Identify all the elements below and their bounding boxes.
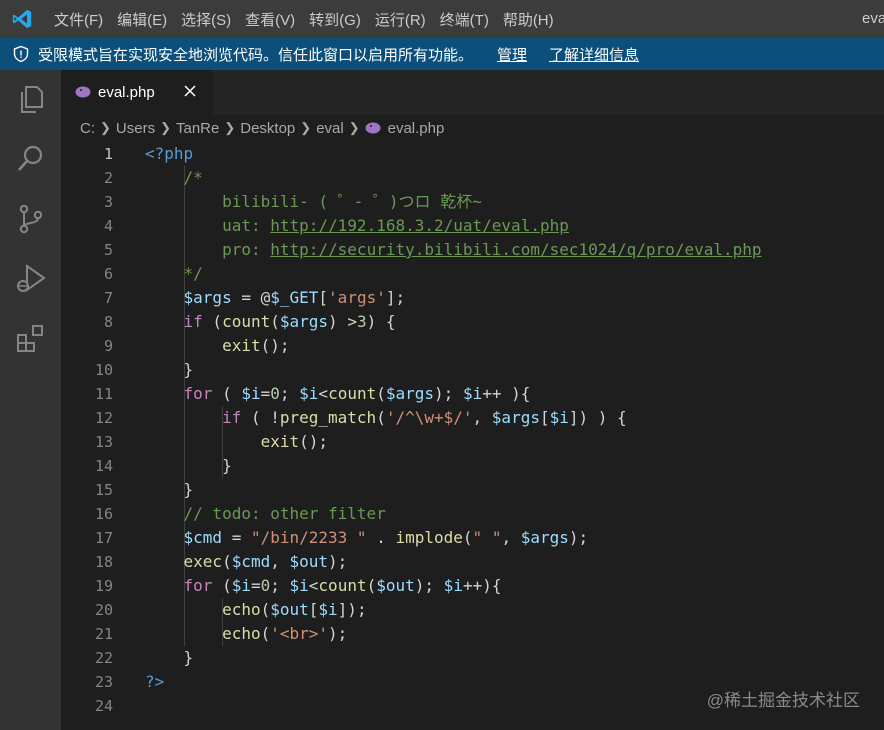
menu-help[interactable]: 帮助(H)	[503, 9, 554, 30]
line-number: 14	[94, 457, 113, 475]
learn-more-link[interactable]: 了解详细信息	[549, 44, 639, 65]
line-number: 7	[103, 289, 113, 307]
code-line: 9 exit();	[61, 334, 884, 358]
activity-bar	[0, 70, 61, 730]
line-number: 22	[94, 649, 113, 667]
chevron-right-icon: ❯	[160, 120, 171, 135]
code-line: 4 uat: http://192.168.3.2/uat/eval.php	[61, 214, 884, 238]
uat-link[interactable]: http://192.168.3.2/uat/eval.php	[270, 216, 569, 235]
menu-run[interactable]: 运行(R)	[375, 9, 426, 30]
code-line: 15 }	[61, 478, 884, 502]
code-line: 11 for ( $i=0; $i<count($args); $i++ ){	[61, 382, 884, 406]
tab-label: eval.php	[98, 83, 155, 101]
line-number: 8	[103, 313, 113, 331]
breadcrumb-eval-folder[interactable]: eval	[316, 120, 344, 137]
manage-link[interactable]: 管理	[497, 44, 527, 65]
menu-edit[interactable]: 编辑(E)	[117, 9, 167, 30]
title-bar: 文件(F) 编辑(E) 选择(S) 查看(V) 转到(G) 运行(R) 终端(T…	[0, 0, 884, 38]
search-icon[interactable]	[14, 142, 48, 176]
line-number: 15	[94, 481, 113, 499]
restricted-mode-banner: 受限模式旨在实现安全地浏览代码。信任此窗口以启用所有功能。 管理 了解详细信息	[0, 38, 884, 70]
close-icon[interactable]	[182, 83, 198, 99]
code-line: 17 $cmd = "/bin/2233 " . implode(" ", $a…	[61, 526, 884, 550]
breadcrumb-users[interactable]: Users	[116, 120, 155, 137]
code-line: 5 pro: http://security.bilibili.com/sec1…	[61, 238, 884, 262]
breadcrumb-tanre[interactable]: TanRe	[176, 120, 219, 137]
watermark: @稀土掘金技术社区	[706, 691, 860, 710]
chevron-right-icon: ❯	[300, 120, 312, 135]
line-number: 24	[94, 697, 113, 715]
code-line: 20 echo($out[$i]);	[61, 598, 884, 622]
breadcrumb-drive[interactable]: C:	[80, 120, 95, 137]
banner-message: 受限模式旨在实现安全地浏览代码。信任此窗口以启用所有功能。	[38, 46, 474, 64]
php-file-icon	[75, 86, 91, 98]
menu-view[interactable]: 查看(V)	[245, 9, 295, 30]
code-line: 13 exit();	[61, 430, 884, 454]
shield-icon	[13, 45, 29, 63]
window-title: eval.php	[862, 10, 884, 27]
code-line: 12 if ( !preg_match('/^\w+$/', $args[$i]…	[61, 406, 884, 430]
line-number: 4	[103, 217, 113, 235]
explorer-icon[interactable]	[14, 82, 48, 116]
vscode-logo-icon	[12, 9, 32, 29]
line-number: 6	[103, 265, 113, 283]
line-number: 2	[103, 169, 113, 187]
line-number: 12	[94, 409, 113, 427]
code-editor[interactable]: 1 <?php 2 /* 3 bilibili- ( ゜- ゜)つロ 乾杯~ 4…	[61, 142, 884, 730]
breadcrumb: C: ❯ Users ❯ TanRe ❯ Desktop ❯ eval ❯ ev…	[61, 114, 884, 142]
line-number: 10	[94, 361, 113, 379]
line-number: 13	[94, 433, 113, 451]
run-debug-icon[interactable]	[14, 262, 48, 296]
line-number: 23	[94, 673, 113, 691]
code-line: 21 echo('<br>');	[61, 622, 884, 646]
chevron-right-icon: ❯	[348, 120, 360, 135]
line-number: 9	[103, 337, 113, 355]
line-number: 11	[94, 385, 113, 403]
line-number: 5	[103, 241, 113, 259]
line-number: 1	[103, 145, 113, 163]
code-line: 6 */	[61, 262, 884, 286]
chevron-right-icon: ❯	[224, 120, 236, 135]
menu-bar: 文件(F) 编辑(E) 选择(S) 查看(V) 转到(G) 运行(R) 终端(T…	[54, 0, 568, 38]
chevron-right-icon: ❯	[100, 120, 111, 135]
php-file-icon	[365, 122, 381, 134]
breadcrumb-file[interactable]: eval.php	[388, 120, 445, 137]
menu-go[interactable]: 转到(G)	[309, 9, 361, 30]
editor-tabs: eval.php	[61, 70, 884, 114]
code-line: 8 if (count($args) >3) {	[61, 310, 884, 334]
line-number: 17	[94, 529, 113, 547]
line-number: 18	[94, 553, 113, 571]
code-line: 1 <?php	[61, 142, 884, 166]
line-number: 16	[94, 505, 113, 523]
line-number: 21	[94, 625, 113, 643]
tab-eval-php[interactable]: eval.php	[61, 70, 213, 114]
code-line: 19 for ($i=0; $i<count($out); $i++){	[61, 574, 884, 598]
code-line: 2 /*	[61, 166, 884, 190]
source-control-icon[interactable]	[14, 202, 48, 236]
menu-file[interactable]: 文件(F)	[54, 9, 103, 30]
breadcrumb-desktop[interactable]: Desktop	[240, 120, 295, 137]
code-line: 18 exec($cmd, $out);	[61, 550, 884, 574]
code-line: 3 bilibili- ( ゜- ゜)つロ 乾杯~	[61, 190, 884, 214]
menu-terminal[interactable]: 终端(T)	[440, 9, 489, 30]
line-number: 3	[103, 193, 113, 211]
code-line: 7 $args = @$_GET['args'];	[61, 286, 884, 310]
pro-link[interactable]: http://security.bilibili.com/sec1024/q/p…	[270, 240, 761, 259]
code-line: 14 }	[61, 454, 884, 478]
code-line: 22 }	[61, 646, 884, 670]
extensions-icon[interactable]	[14, 322, 48, 356]
line-number: 19	[94, 577, 113, 595]
code-line: 10 }	[61, 358, 884, 382]
line-number: 20	[94, 601, 113, 619]
code-line: 16 // todo: other filter	[61, 502, 884, 526]
menu-selection[interactable]: 选择(S)	[181, 9, 231, 30]
